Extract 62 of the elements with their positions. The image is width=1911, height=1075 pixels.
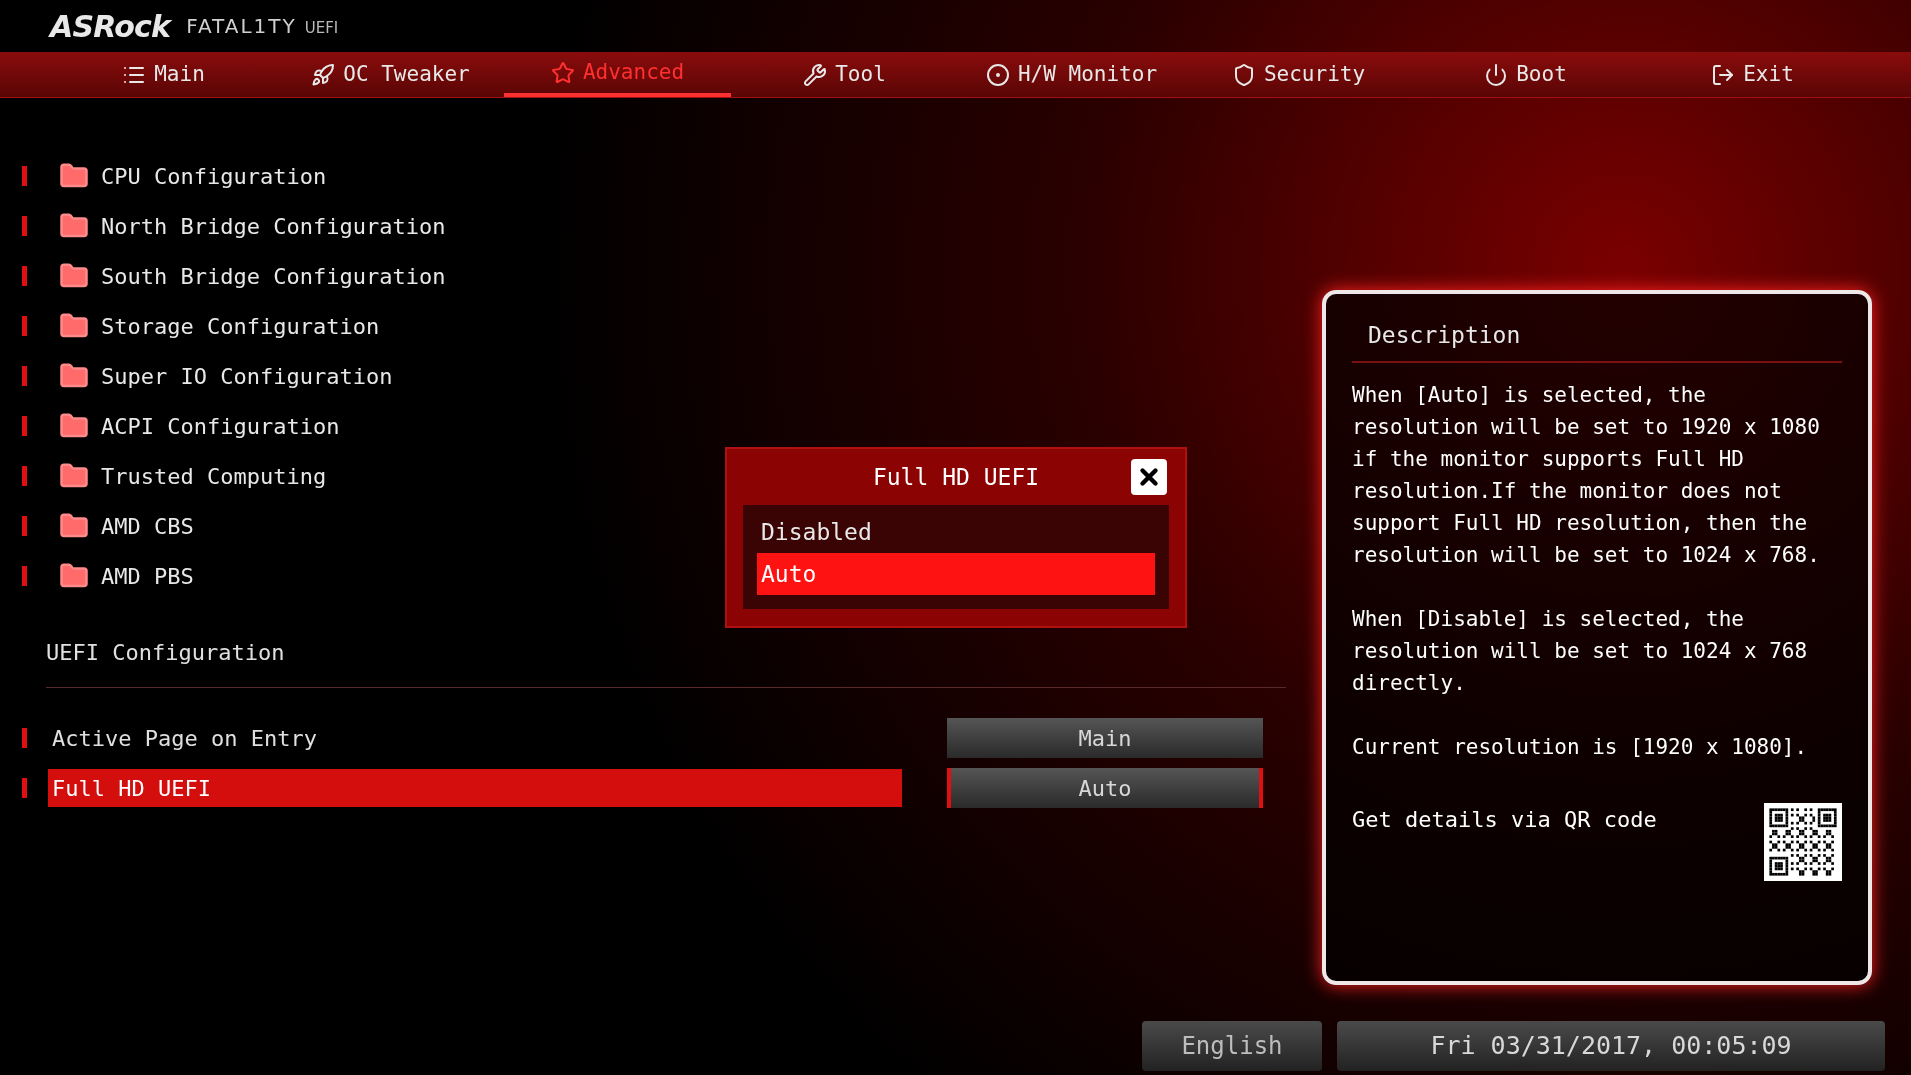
marker-bar [22, 216, 27, 236]
nav-tab[interactable]: Security [1185, 52, 1412, 97]
marker-bar [22, 166, 27, 186]
marker-bar [22, 566, 27, 586]
brand-logo: ASRock [50, 7, 171, 46]
value-button[interactable]: Main [947, 718, 1263, 758]
close-button[interactable] [1131, 459, 1167, 495]
dialog-title: Full HD UEFI [872, 462, 1040, 492]
wrench-icon [803, 62, 828, 87]
menu-item[interactable]: AMD PBS [0, 551, 194, 601]
star-icon [550, 60, 575, 85]
menu-label: North Bridge Configuration [101, 212, 446, 241]
qr-label: Get details via QR code [1352, 805, 1657, 834]
setting-row[interactable]: Full HD UEFI [48, 769, 902, 807]
series-logo: FATAL1TY [186, 13, 297, 40]
menu-item[interactable]: Trusted Computing [0, 451, 327, 501]
nav-tab[interactable]: Tool [731, 52, 958, 97]
value-button[interactable]: Auto [947, 768, 1263, 808]
menu-item[interactable]: North Bridge Configuration [0, 201, 446, 251]
menu-item[interactable]: ACPI Configuration [0, 401, 340, 451]
marker-bar [22, 728, 27, 748]
menu-item[interactable]: South Bridge Configuration [0, 251, 446, 301]
menu-label: CPU Configuration [101, 162, 327, 191]
menu-label: ACPI Configuration [101, 412, 340, 441]
panel-title: Description [1352, 318, 1842, 363]
marker-bar [22, 516, 27, 536]
date-time-display: Fri 03/31/2017, 00:05:09 [1337, 1021, 1885, 1071]
menu-label: AMD CBS [101, 512, 194, 541]
marker-bar [22, 316, 27, 336]
dialog-option[interactable]: Disabled [757, 511, 1155, 553]
menu-item[interactable]: CPU Configuration [0, 151, 327, 201]
description-text: When [Disable] is selected, the resolution will be set to 1024 x 768 directly. [1352, 605, 1809, 697]
description-text: Current resolution is [1920 x 1080]. [1352, 733, 1809, 761]
menu-item[interactable]: Storage Configuration [0, 301, 380, 351]
setting-row[interactable]: Active Page on Entry [48, 719, 902, 757]
menu-item[interactable]: AMD CBS [0, 501, 194, 551]
section-title: UEFI Configuration [46, 639, 285, 667]
menu-label: Storage Configuration [101, 312, 380, 341]
language-button[interactable]: English [1142, 1021, 1322, 1071]
marker-bar [22, 416, 27, 436]
power-icon [1484, 62, 1509, 87]
dialog-option[interactable]: Auto [757, 553, 1155, 595]
circle-icon [985, 62, 1010, 87]
menu-label: AMD PBS [101, 562, 194, 591]
marker-bar [22, 366, 27, 386]
nav-tab[interactable]: Exit [1639, 52, 1866, 97]
marker-bar [22, 466, 27, 486]
marker-bar [22, 778, 27, 798]
rocket-icon [311, 62, 336, 87]
nav-tab[interactable]: Boot [1412, 52, 1639, 97]
menu-label: South Bridge Configuration [101, 262, 446, 291]
qr-code-icon [1764, 802, 1842, 881]
exit-icon [1711, 62, 1736, 87]
menu-label: Trusted Computing [101, 462, 327, 491]
menu-label: Super IO Configuration [101, 362, 393, 391]
marker-bar [22, 266, 27, 286]
nav-tab[interactable]: OC Tweaker [277, 52, 504, 97]
description-text: When [Auto] is selected, the resolution will be set to 1920 x 1080 if the monitor supports Full HD resolution.If the monitor does not support Full HD resolution, then the resolution will be set to 1024 x 768. [1352, 381, 1821, 569]
uefi-label: UEFI [304, 17, 339, 39]
nav-tab[interactable]: Main [50, 52, 277, 97]
nav-tab[interactable]: H/W Monitor [958, 52, 1185, 97]
menu-item[interactable]: Super IO Configuration [0, 351, 393, 401]
